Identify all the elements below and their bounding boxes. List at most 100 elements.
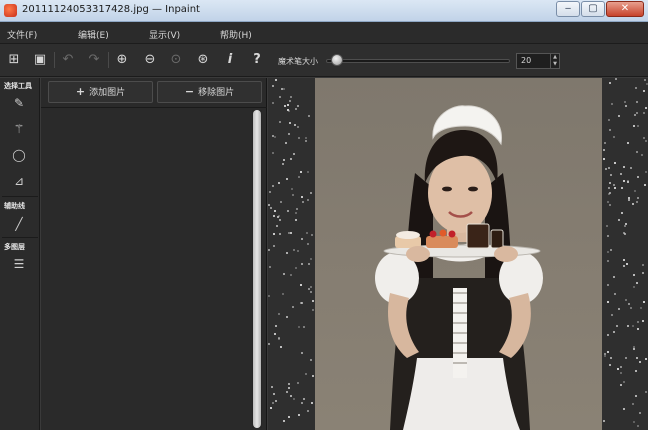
noise-speck — [635, 86, 638, 89]
lasso-tool-icon[interactable]: ◯ — [10, 146, 28, 164]
layer-icon[interactable]: ☰ — [10, 255, 28, 273]
noise-speck — [274, 210, 277, 213]
undo-icon[interactable]: ↶ — [60, 52, 76, 68]
open-icon[interactable]: ⊞ — [6, 52, 22, 68]
zoom-actual-icon[interactable]: ⊙ — [168, 52, 184, 68]
marker-tool-icon[interactable]: ✎ — [10, 94, 28, 112]
selection-tools-heading: 选择工具 — [4, 82, 32, 90]
minimize-button[interactable]: ‒ — [556, 1, 580, 17]
noise-speck — [632, 403, 635, 406]
remove-image-button[interactable]: − 移除图片 — [157, 81, 262, 103]
noise-speck — [271, 135, 274, 138]
noise-speck — [608, 119, 611, 122]
noise-speck — [273, 332, 276, 335]
noise-speck — [603, 149, 606, 152]
panel-scrollbar-thumb[interactable] — [253, 110, 261, 428]
noise-speck — [310, 402, 313, 405]
noise-speck — [627, 142, 630, 145]
noise-speck — [624, 105, 627, 108]
info-icon[interactable]: i — [222, 52, 238, 68]
noise-speck — [634, 189, 637, 192]
brush-size-slider-handle[interactable] — [331, 54, 343, 66]
noise-speck — [631, 324, 634, 327]
zoom-fit-icon[interactable]: ⊛ — [195, 52, 211, 68]
noise-speck — [299, 283, 302, 286]
noise-speck — [630, 307, 633, 310]
noise-speck — [297, 382, 300, 385]
brush-size-spinbox[interactable]: 20 ▲ ▼ — [516, 53, 560, 69]
noise-speck — [606, 259, 609, 262]
noise-speck — [311, 308, 314, 311]
noise-speck — [283, 159, 286, 162]
noise-speck — [272, 245, 275, 248]
noise-speck — [640, 307, 643, 310]
noise-speck — [293, 397, 296, 400]
image-canvas[interactable] — [268, 78, 648, 430]
help-icon[interactable]: ? — [249, 52, 265, 68]
noise-speck — [623, 180, 626, 183]
noise-speck — [640, 153, 643, 156]
redo-icon[interactable]: ↷ — [86, 52, 102, 68]
noise-speck — [610, 249, 613, 252]
zoom-out-icon[interactable]: ⊖ — [142, 52, 158, 68]
maximize-button[interactable]: ▢ — [581, 1, 605, 17]
noise-speck — [281, 293, 284, 296]
noise-speck — [306, 242, 309, 245]
title-bar: 20111124053317428.jpg — Inpaint ‒ ▢ ✕ — [0, 0, 648, 22]
noise-speck — [632, 286, 635, 289]
noise-speck — [645, 170, 648, 173]
noise-speck — [637, 124, 640, 127]
noise-speck — [304, 373, 307, 376]
noise-speck — [288, 383, 291, 386]
add-image-button[interactable]: + 添加图片 — [48, 81, 153, 103]
noise-speck — [295, 207, 298, 210]
noise-speck — [623, 232, 626, 235]
noise-speck — [641, 319, 644, 322]
guide-line-icon[interactable]: ╱ — [10, 215, 28, 233]
noise-speck — [608, 82, 611, 85]
menu-file[interactable]: 文件(F) — [7, 28, 37, 41]
noise-speck — [636, 327, 639, 330]
noise-speck — [293, 124, 296, 127]
noise-speck — [310, 258, 313, 261]
polygon-lasso-icon[interactable]: ⊿ — [10, 172, 28, 190]
noise-speck — [623, 408, 626, 411]
noise-speck — [289, 96, 292, 99]
noise-speck — [629, 167, 632, 170]
noise-speck — [635, 356, 638, 359]
magic-wand-icon[interactable]: ⚚ — [10, 120, 28, 138]
spin-arrows-icon[interactable]: ▲ ▼ — [550, 54, 559, 68]
menu-view[interactable]: 显示(V) — [149, 28, 180, 41]
noise-speck — [622, 165, 625, 168]
noise-speck — [613, 136, 616, 139]
noise-speck — [274, 325, 277, 328]
noise-speck — [268, 342, 271, 345]
noise-speck — [286, 252, 289, 255]
noise-speck — [612, 275, 615, 278]
noise-speck — [282, 87, 285, 90]
noise-speck — [613, 162, 616, 165]
noise-speck — [289, 274, 292, 277]
noise-speck — [608, 191, 611, 194]
noise-speck — [636, 320, 639, 323]
menu-help[interactable]: 帮助(H) — [220, 28, 252, 41]
noise-speck — [609, 181, 612, 184]
noise-speck — [633, 420, 636, 423]
zoom-in-icon[interactable]: ⊕ — [114, 52, 130, 68]
noise-speck — [635, 395, 638, 398]
noise-speck — [288, 121, 291, 124]
noise-speck — [297, 414, 300, 417]
noise-speck — [278, 233, 281, 236]
noise-speck — [633, 348, 636, 351]
noise-speck — [608, 186, 611, 189]
noise-speck — [273, 392, 276, 395]
brush-size-slider[interactable] — [326, 59, 510, 63]
save-icon[interactable]: ▣ — [32, 52, 48, 68]
noise-speck — [639, 411, 642, 414]
noise-speck — [603, 420, 606, 423]
noise-speck — [271, 402, 274, 405]
close-button[interactable]: ✕ — [606, 1, 644, 17]
menu-edit[interactable]: 编辑(E) — [78, 28, 109, 41]
noise-speck — [292, 306, 295, 309]
add-image-label: 添加图片 — [89, 88, 126, 98]
